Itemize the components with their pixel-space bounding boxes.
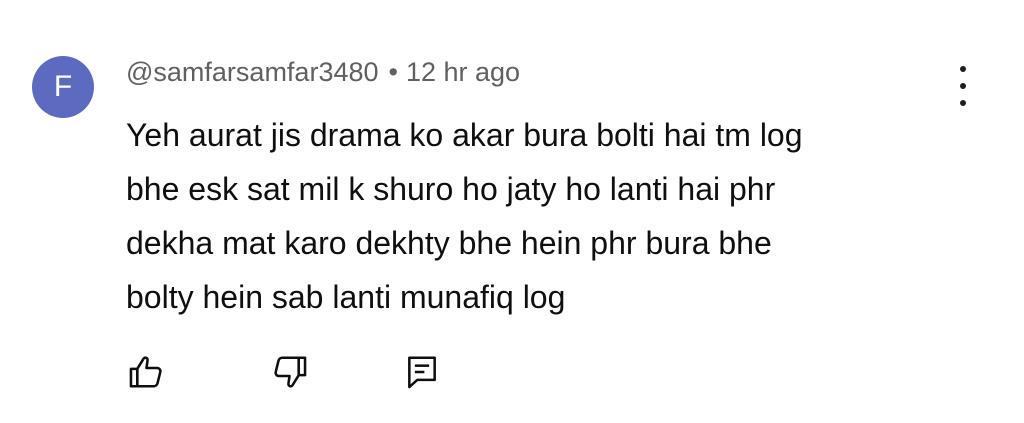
comment-text-line: bhe esk sat mil k shuro ho jaty ho lanti…: [126, 171, 776, 207]
comment-timestamp[interactable]: 12 hr ago: [406, 57, 520, 87]
more-vertical-icon: [960, 66, 966, 106]
thumbs-up-icon: [129, 356, 162, 388]
dislike-button[interactable]: [268, 350, 312, 394]
comment-text-line: Yeh aurat jis drama ko akar bura bolti h…: [126, 117, 803, 153]
avatar[interactable]: F: [32, 56, 94, 118]
comment-header: @samfarsamfar3480 • 12 hr ago: [126, 57, 520, 88]
comment-text-line: bolty hein sab lanti munafiq log: [126, 279, 566, 315]
reply-icon: [408, 356, 436, 389]
header-separator: •: [388, 57, 398, 87]
comment-actions: [0, 350, 1024, 410]
reply-button[interactable]: [400, 350, 444, 394]
comment-text: Yeh aurat jis drama ko akar bura bolti h…: [126, 108, 966, 324]
more-options-button[interactable]: [946, 66, 980, 106]
avatar-letter: F: [53, 70, 73, 103]
like-button[interactable]: [124, 350, 168, 394]
thumbs-down-icon: [274, 356, 307, 388]
author-handle[interactable]: @samfarsamfar3480: [126, 57, 379, 87]
comment-text-line: dekha mat karo dekhty bhe hein phr bura …: [126, 225, 772, 261]
comment: F @samfarsamfar3480 • 12 hr ago Yeh aurat …: [0, 0, 1024, 423]
